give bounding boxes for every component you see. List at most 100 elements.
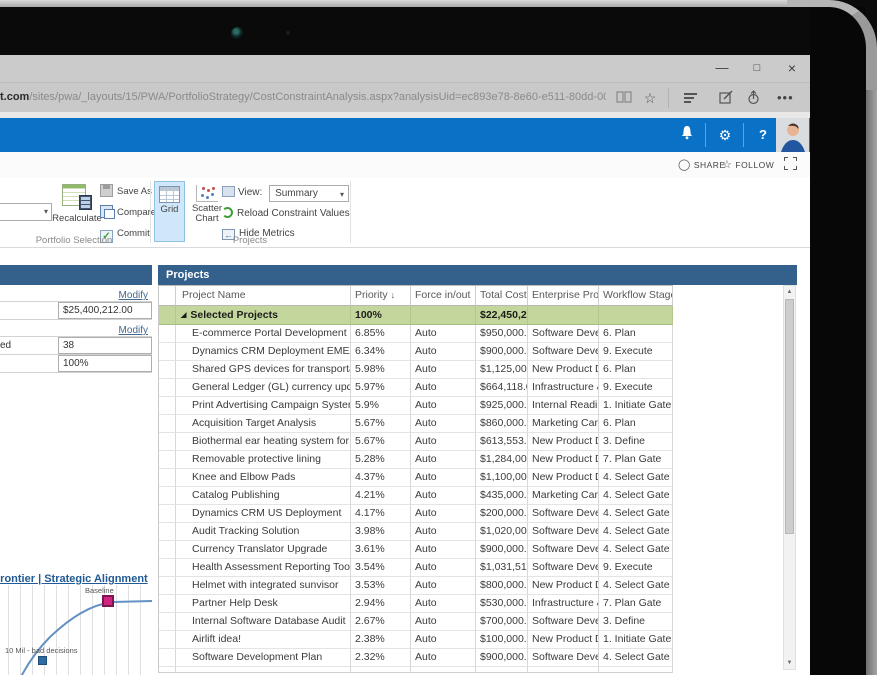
url-text[interactable]: t.com/sites/pwa/_layouts/15/PWA/Portfoli… (0, 91, 606, 103)
row-selector-cell[interactable] (159, 649, 176, 667)
browser-titlebar: — □ × (0, 55, 810, 82)
column-header-priority[interactable]: Priority ↓ (351, 286, 411, 306)
efficient-frontier-curve (20, 600, 152, 675)
cell-project-name: Acquisition Target Analysis (176, 415, 351, 433)
cell-force: Auto (411, 415, 476, 433)
row-selector-cell[interactable] (159, 451, 176, 469)
table-row[interactable]: Airlift idea! 2.38% Auto $100,000.00 New… (159, 631, 673, 649)
table-row[interactable]: Removable protective lining 5.28% Auto $… (159, 451, 673, 469)
table-row[interactable]: Acquisition Target Analysis 5.67% Auto $… (159, 415, 673, 433)
scroll-up-arrow[interactable]: ▲ (784, 286, 795, 298)
focus-mode-icon[interactable] (784, 157, 797, 170)
table-row[interactable]: Audit Tracking Solution 3.98% Auto $1,02… (159, 523, 673, 541)
cell-priority: 6.34% (351, 343, 411, 361)
recalculate-button[interactable]: Recalculate (50, 182, 104, 240)
follow-button[interactable]: ☆ FOLLOW (722, 158, 774, 172)
collapse-triangle-icon[interactable]: ◢ (181, 312, 186, 319)
table-row[interactable]: Biothermal ear heating system for helm 5… (159, 433, 673, 451)
view-label: View: (238, 187, 263, 198)
suite-bar-divider (705, 123, 706, 147)
row-selector-cell[interactable] (159, 361, 176, 379)
row-selector-cell[interactable] (159, 613, 176, 631)
browser-address-bar[interactable]: t.com/sites/pwa/_layouts/15/PWA/Portfoli… (0, 82, 810, 112)
table-row[interactable]: Helmet with integrated sunvisor 3.53% Au… (159, 577, 673, 595)
table-row[interactable]: Catalog Publishing 4.21% Auto $435,000.0… (159, 487, 673, 505)
user-avatar[interactable] (776, 118, 809, 152)
group-label-projects: Projects (232, 235, 268, 246)
window-minimize-button[interactable]: — (706, 57, 738, 79)
table-row[interactable]: Shared GPS devices for transportation 5.… (159, 361, 673, 379)
grid-partial-row (159, 667, 673, 673)
column-header-enterprise[interactable]: Enterprise Proje (528, 286, 599, 306)
portfolio-scenario-combobox[interactable]: ▾ (0, 203, 52, 221)
table-row[interactable]: Health Assessment Reporting Tool 3.54% A… (159, 559, 673, 577)
table-row[interactable]: Internal Software Database Audit 2.67% A… (159, 613, 673, 631)
cost-limit-field[interactable]: $25,400,212.00 (58, 302, 152, 319)
scrollbar-thumb[interactable] (785, 299, 794, 534)
chevron-down-icon: ▾ (43, 207, 48, 216)
cell-total-cost: $900,000.00 (476, 343, 528, 361)
add-favorite-star-icon[interactable]: ☆ (641, 90, 659, 106)
row-selector-cell[interactable] (159, 631, 176, 649)
row-selector-cell[interactable] (159, 541, 176, 559)
table-row[interactable]: Print Advertising Campaign System 5.9% A… (159, 397, 673, 415)
column-header-project-name[interactable]: Project Name (176, 286, 351, 306)
more-actions-icon[interactable]: ••• (777, 90, 795, 106)
cell-force: Auto (411, 559, 476, 577)
row-selector-cell[interactable] (159, 523, 176, 541)
table-row[interactable]: E-commerce Portal Development 6.85% Auto… (159, 325, 673, 343)
settings-gear-icon[interactable]: ⚙ (710, 125, 740, 145)
share-page-icon[interactable] (746, 90, 764, 106)
tab-strategic-alignment[interactable]: Strategic Alignment (44, 573, 148, 585)
column-header-workflow[interactable]: Workflow Stage (599, 286, 673, 306)
hub-icon[interactable] (684, 90, 702, 106)
save-as-button[interactable]: Save As (100, 184, 152, 201)
bad-decisions-scenario-point[interactable] (38, 656, 47, 665)
table-row[interactable]: Software Development Plan 2.32% Auto $90… (159, 649, 673, 667)
row-selector-cell[interactable] (159, 559, 176, 577)
make-web-note-icon[interactable] (719, 90, 737, 106)
scatter-chart-button[interactable]: Scatter Chart (189, 181, 225, 242)
cell-workflow-stage: 4. Select Gate (599, 487, 673, 505)
cell-total-cost: $664,118.00 (476, 379, 528, 397)
table-row[interactable]: Dynamics CRM US Deployment 4.17% Auto $2… (159, 505, 673, 523)
row-selector-cell[interactable] (159, 505, 176, 523)
column-header-force[interactable]: Force in/out (411, 286, 476, 306)
chevron-down-icon: ▾ (340, 190, 345, 199)
grid-toggle-button[interactable]: Grid (154, 181, 185, 242)
table-row[interactable]: Knee and Elbow Pads 4.37% Auto $1,100,00… (159, 469, 673, 487)
row-selector-cell[interactable] (159, 577, 176, 595)
table-row[interactable]: Dynamics CRM Deployment EMEA 6.34% Auto … (159, 343, 673, 361)
row-selector-cell[interactable] (159, 415, 176, 433)
table-row[interactable]: Partner Help Desk 2.94% Auto $530,000.00… (159, 595, 673, 613)
reload-constraint-values-button[interactable]: Reload Constraint Values (222, 206, 350, 223)
view-dropdown[interactable]: Summary ▾ (269, 185, 350, 202)
row-selector-cell[interactable] (159, 397, 176, 415)
row-selector-cell[interactable] (159, 325, 176, 343)
baseline-scenario-point[interactable] (102, 595, 114, 607)
window-maximize-button[interactable]: □ (741, 57, 773, 79)
reading-view-icon[interactable] (616, 90, 634, 106)
help-icon[interactable]: ? (748, 125, 778, 145)
row-selector-cell[interactable] (159, 469, 176, 487)
row-selector-cell[interactable] (159, 487, 176, 505)
row-selector-cell[interactable] (159, 433, 176, 451)
compare-button[interactable]: Compare (100, 205, 156, 222)
grid-vertical-scrollbar[interactable]: ▲ ▼ (783, 285, 796, 670)
row-selector-cell[interactable] (159, 379, 176, 397)
row-selector-cell[interactable] (159, 343, 176, 361)
cell-project-name: Shared GPS devices for transportation (176, 361, 351, 379)
cell-enterprise-type: Internal Readine (528, 397, 599, 415)
selected-projects-group-row[interactable]: ◢Selected Projects 100% $22,450,212 (159, 306, 673, 325)
row-selector-cell (159, 306, 176, 325)
table-row[interactable]: General Ledger (GL) currency update 5.97… (159, 379, 673, 397)
cell-workflow-stage: 9. Execute (599, 343, 673, 361)
notifications-bell-icon[interactable] (672, 125, 702, 145)
table-row[interactable]: Currency Translator Upgrade 3.61% Auto $… (159, 541, 673, 559)
row-selector-cell[interactable] (159, 595, 176, 613)
scroll-down-arrow[interactable]: ▼ (784, 657, 795, 669)
cell-total-cost: $1,284,000.0 (476, 451, 528, 469)
tab-efficient-frontier[interactable]: Efficient Frontier (0, 573, 35, 585)
share-button[interactable]: ◯ SHARE (678, 158, 726, 172)
column-header-total-cost[interactable]: Total Cost (476, 286, 528, 306)
